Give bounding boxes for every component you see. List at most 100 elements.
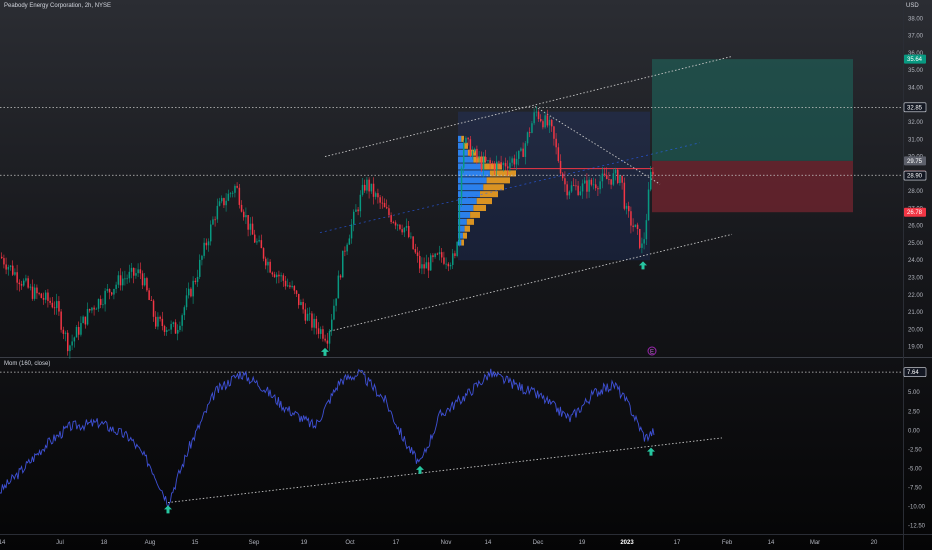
time-tick-label: Aug [145,540,156,546]
candle-body [245,215,247,218]
candle-body [619,175,621,184]
candle-body [177,329,179,334]
candle-body [315,318,318,329]
candle-body [548,119,551,126]
candle-body [282,275,285,281]
candle-body [337,275,340,299]
green-up-arrow-icon[interactable] [639,261,647,270]
candle-body [603,173,606,176]
candle-body [126,278,128,280]
momentum-tick-label: -10.00 [908,504,926,510]
candle-body [27,278,29,288]
price-badge-label: 32.85 [907,105,923,111]
time-tick-label: Sep [249,540,260,546]
candle-body [179,325,181,330]
candle-body [584,180,586,184]
candle-body [652,171,654,175]
chart-window: Peabody Energy Corporation, 2h, NYSE USD… [0,0,932,550]
candle-body [436,253,439,255]
time-tick-label: 2023 [620,540,634,546]
candle-body [445,263,447,265]
candle-body [412,236,414,250]
candle-body [504,163,507,167]
candle-body [313,318,315,328]
momentum-line[interactable] [0,368,655,510]
candle-body [185,295,188,308]
candle-body [518,150,520,159]
volume-bar [476,198,492,205]
candle-body [357,209,359,212]
candle-body [256,241,258,243]
candle-body [254,234,256,243]
volume-bar [473,204,486,212]
candle-body [82,316,84,324]
candle-body [535,111,538,113]
green-up-arrow-icon[interactable] [647,447,655,456]
target-zone[interactable] [652,59,853,161]
momentum-tick-label: 0.00 [908,428,920,434]
candle-body [69,345,71,352]
candle-body [223,198,225,206]
candle-body [577,185,579,196]
candle-body [632,225,634,228]
candle-body [216,205,219,220]
candle-body [478,157,480,159]
time-tick-label: 18 [101,540,108,546]
candle-body [564,178,566,185]
candle-body [480,157,483,170]
time-tick-label: 19 [579,540,586,546]
candle-body [342,250,344,278]
price-tick-label: 21.00 [908,310,924,316]
momentum-tick-label: -5.00 [908,466,922,472]
candle-body [243,211,245,218]
candle-body [559,161,562,174]
candle-body [537,111,540,120]
volume-bar [461,239,464,246]
candle-body [386,207,388,209]
green-up-arrow-icon[interactable] [321,347,329,356]
stop-zone[interactable] [652,160,853,213]
time-tick-label: 20 [871,540,878,546]
candle-body [91,307,93,311]
candle-body [397,224,399,226]
candle-body [203,242,205,256]
candle-body [423,264,425,269]
candle-body [320,329,322,334]
candle-body [636,224,639,229]
candle-body [641,243,643,248]
candle-body [49,300,51,303]
candle-body [471,151,474,157]
volume-bar [458,142,464,149]
candle-body [575,185,577,187]
candle-body [251,223,254,235]
candle-body [190,288,192,297]
candle-body [592,184,595,186]
momentum-trendline[interactable] [167,437,723,504]
candle-body [331,319,333,331]
candle-body [460,167,463,200]
candle-body [58,301,60,312]
candle-body [38,293,40,294]
price-tick-label: 37.00 [908,34,924,40]
volume-bar [486,177,510,184]
indicator-title[interactable]: Mom (160, close) [4,361,50,367]
candle-body [205,242,208,246]
candle-body [643,239,645,244]
time-tick-label: 17 [393,540,400,546]
candle-body [172,322,175,325]
chart-title: Peabody Energy Corporation, 2h, NYSE [4,3,112,9]
candle-body [370,183,373,192]
time-tick-label: Jul [56,540,64,546]
candle-body [570,185,573,192]
candle-body [469,139,472,157]
time-tick-label: 14 [0,540,6,546]
candle-body [434,253,436,258]
candle-body [438,252,441,255]
candle-body [432,255,434,258]
green-up-arrow-icon[interactable] [164,505,172,514]
candle-body [302,302,304,310]
chart-canvas[interactable]: E38.0037.0036.0035.0034.0033.0032.0031.0… [0,0,932,550]
candle-body [465,137,467,143]
candle-body [399,224,401,230]
candle-body [522,148,524,157]
